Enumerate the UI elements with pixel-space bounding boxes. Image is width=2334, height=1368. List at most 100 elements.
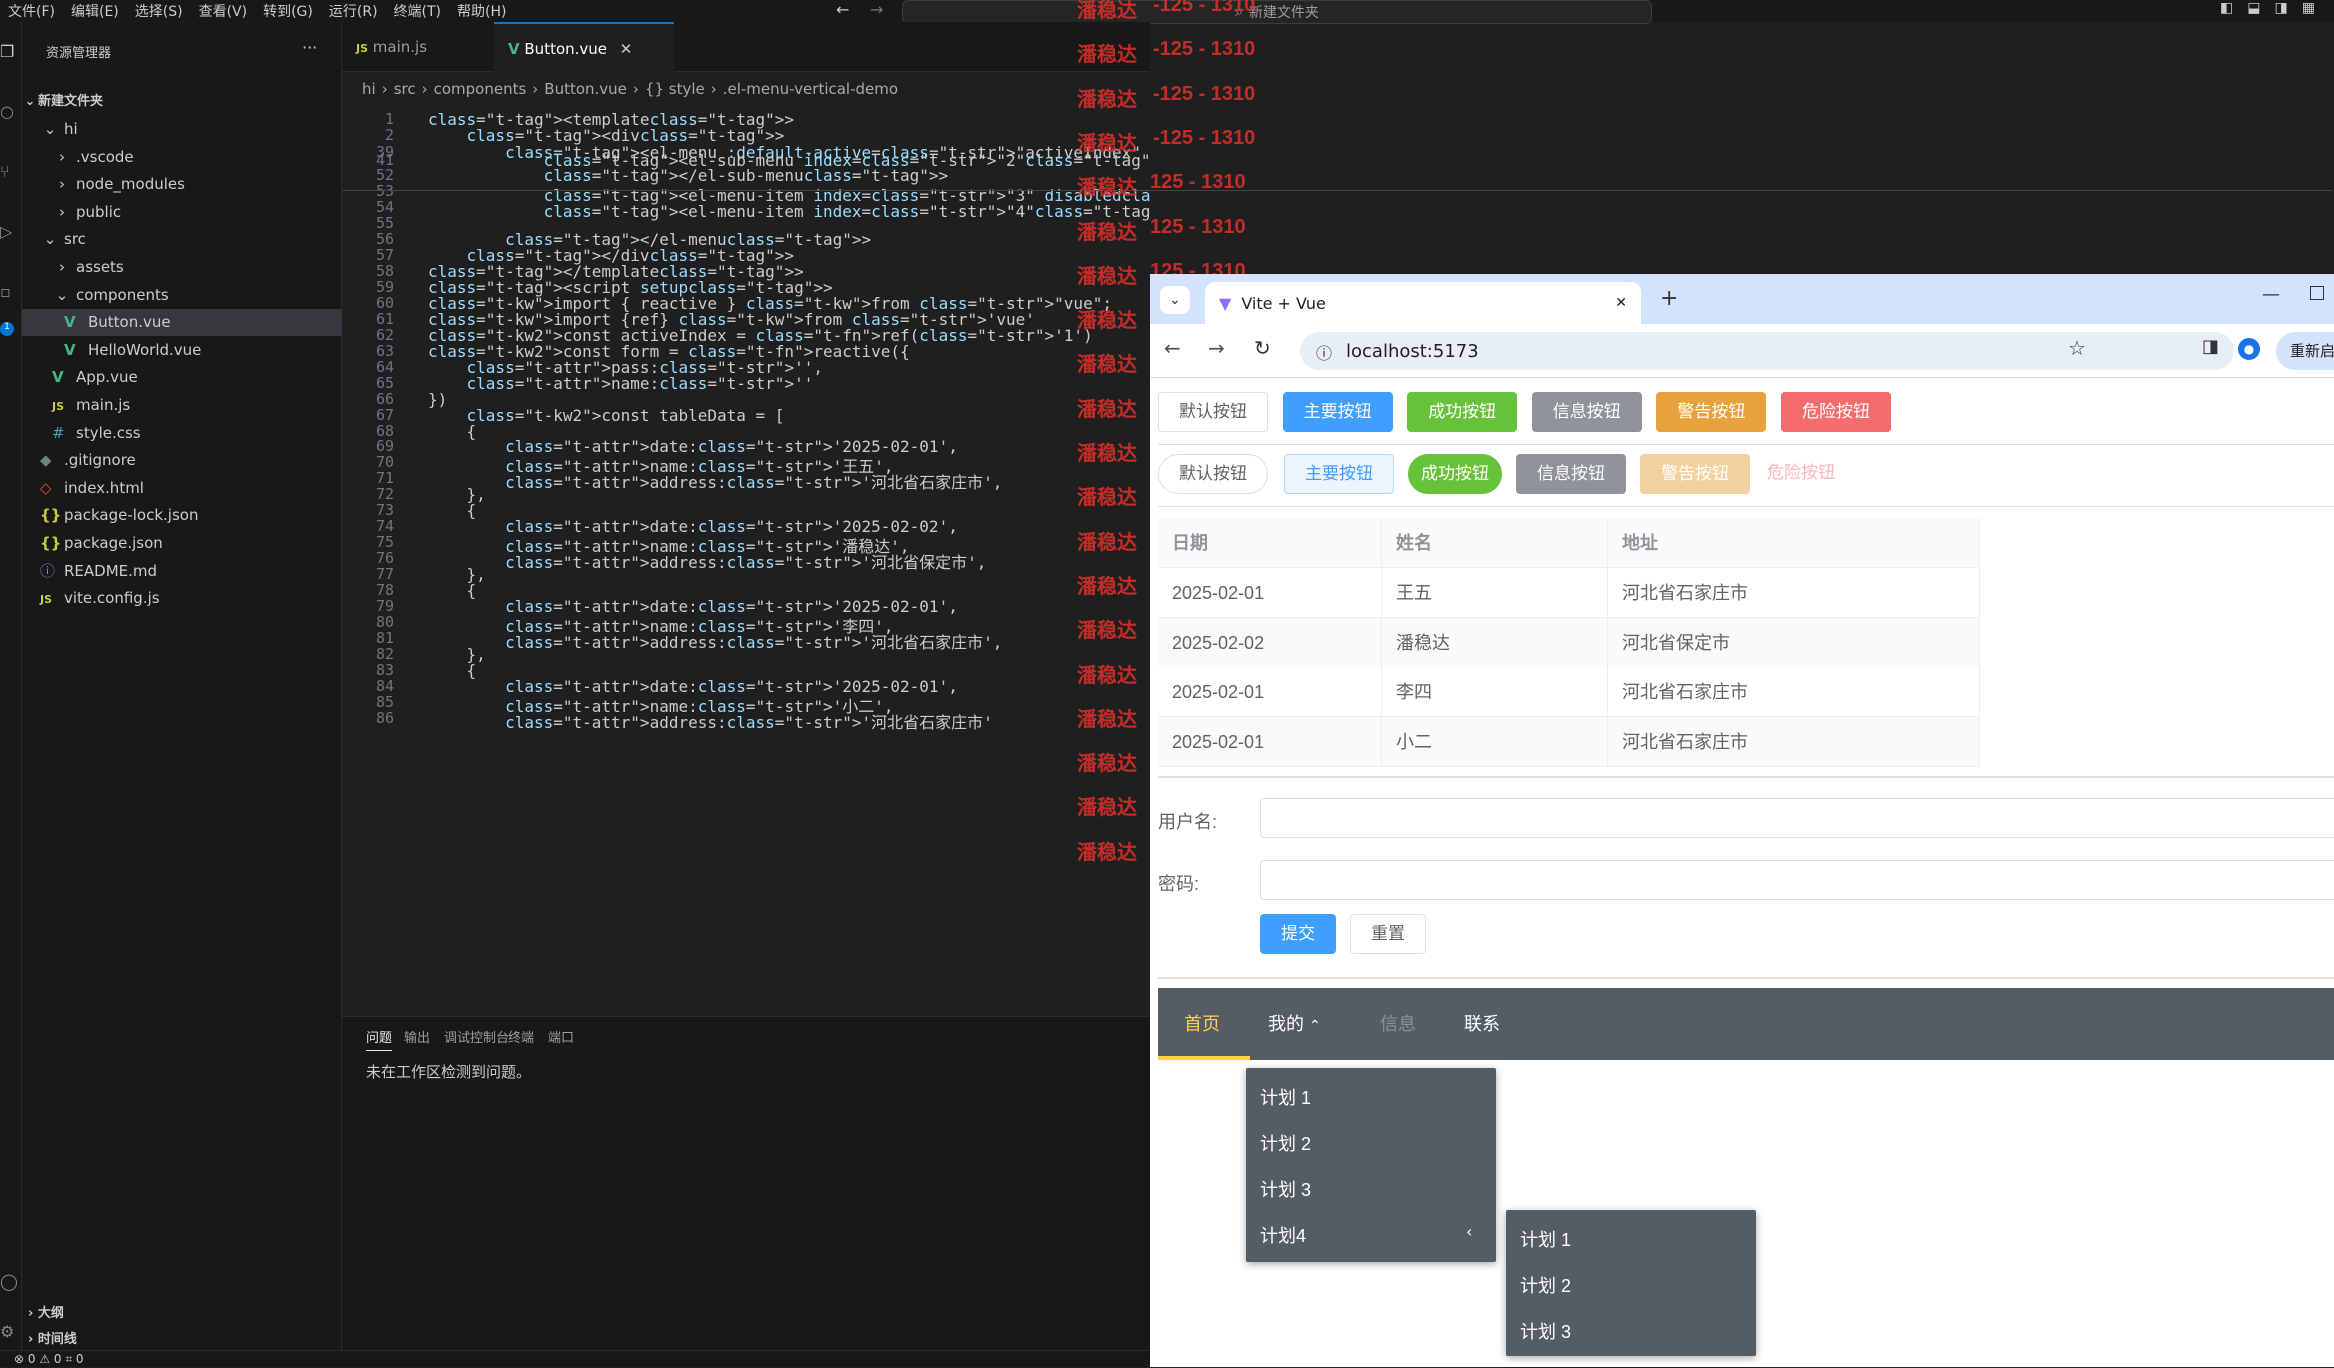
status-problems[interactable]: ⊗ 0 ⚠ 0 ⌗ 0 [14, 1352, 84, 1366]
bookmark-star-icon[interactable]: ☆ [2068, 336, 2086, 360]
search-icon[interactable]: ○ [0, 102, 14, 121]
explorer-icon[interactable]: ❐ [0, 42, 14, 61]
timeline-header[interactable]: › 时间线 [28, 1328, 77, 1347]
button-row1-3[interactable]: 信息按钮 [1531, 392, 1642, 432]
menu-3[interactable]: 查看(V) [191, 1, 256, 21]
extensions-icon[interactable]: ▫ [0, 282, 11, 301]
button-row1-5[interactable]: 危险按钮 [1781, 392, 1891, 432]
maximize-icon[interactable] [2310, 286, 2324, 300]
submenu2-item-plan1[interactable]: 计划 1 [1520, 1226, 1571, 1252]
site-info-icon[interactable]: ⓘ [1316, 340, 1332, 364]
menu-item-contact[interactable]: 联系 [1464, 988, 1500, 1060]
panel-tab[interactable]: 输出 [404, 1027, 430, 1046]
new-tab-button[interactable]: + [1660, 286, 1678, 311]
button-row1-2[interactable]: 成功按钮 [1407, 392, 1518, 432]
submenu-item-plan3[interactable]: 计划 3 [1260, 1176, 1311, 1202]
submit-button[interactable]: 提交 [1260, 914, 1336, 954]
tree-item-readme-md[interactable]: ⓘ README.md [22, 558, 342, 585]
customize-layout-icon[interactable]: ▦ [2302, 0, 2315, 20]
code-editor[interactable]: 1 class="t-tag"><templateclass="t-tag">> 2… [342, 104, 1150, 1012]
tree-item-components[interactable]: ⌄ components [22, 282, 342, 309]
nav-back-icon[interactable]: ← [836, 0, 849, 19]
browser-tab[interactable]: ▼ Vite + Vue ✕ [1205, 282, 1641, 324]
button-row1-1[interactable]: 主要按钮 [1282, 392, 1393, 432]
side-panel-icon[interactable]: ◨ [2202, 336, 2219, 357]
menu-1[interactable]: 编辑(E) [63, 1, 127, 21]
button-row2-2[interactable]: 成功按钮 [1408, 454, 1502, 494]
toggle-secondary-sidebar-icon[interactable]: ◨ [2274, 0, 2287, 20]
submenu2-item-plan2[interactable]: 计划 2 [1520, 1272, 1571, 1298]
panel-tab[interactable]: 端口 [548, 1027, 574, 1046]
close-icon[interactable]: ✕ [1615, 295, 1627, 311]
button-row1-4[interactable]: 警告按钮 [1656, 392, 1767, 432]
tree-item-node-modules[interactable]: › node_modules [22, 171, 342, 198]
breadcrumb-item[interactable]: Button.vue [544, 80, 627, 98]
tree-item-style-css[interactable]: # style.css [22, 420, 342, 447]
breadcrumb-item[interactable]: hi [362, 80, 376, 98]
menu-5[interactable]: 运行(R) [321, 1, 386, 21]
source-control-icon[interactable]: ⑂ [0, 162, 10, 181]
menu-7[interactable]: 帮助(H) [449, 1, 514, 21]
more-actions-icon[interactable]: ··· [302, 38, 317, 57]
panel-tab[interactable]: 调试控制台 [444, 1027, 509, 1046]
tab-main-js[interactable]: JS main.js [342, 22, 492, 72]
username-input[interactable] [1260, 798, 2334, 838]
minimize-icon[interactable]: — [2262, 284, 2280, 305]
button-row1-0[interactable]: 默认按钮 [1158, 392, 1268, 432]
panel-tab[interactable]: 终端 [508, 1027, 534, 1046]
menu-item-home[interactable]: 首页 [1184, 988, 1220, 1060]
forward-icon[interactable]: → [1208, 336, 1225, 360]
menu-item-mine[interactable]: 我的 ⌃ [1268, 988, 1321, 1060]
breadcrumb-item[interactable]: src [394, 80, 416, 98]
tree-item-public[interactable]: › public [22, 199, 342, 226]
tree-item-button-vue[interactable]: V Button.vue [22, 309, 342, 337]
submenu-item-plan4[interactable]: 计划4 [1260, 1222, 1306, 1248]
menu-4[interactable]: 转到(G) [255, 1, 321, 21]
menu-0[interactable]: 文件(F) [0, 1, 63, 21]
tree-item-gitignore[interactable]: ◆ .gitignore [22, 447, 342, 474]
tree-item-label: style.css [76, 423, 141, 442]
command-center-search[interactable]: ⌕ 新建文件夹 [902, 0, 1652, 24]
password-input[interactable] [1260, 860, 2334, 900]
toggle-sidebar-icon[interactable]: ◧ [2220, 0, 2233, 20]
profile-avatar-icon[interactable]: ● [2238, 338, 2260, 360]
settings-gear-icon[interactable]: ⚙ [0, 1322, 14, 1341]
submenu-item-plan2[interactable]: 计划 2 [1260, 1130, 1311, 1156]
tree-item-package-lock-json[interactable]: {} package-lock.json [22, 502, 342, 529]
toggle-panel-icon[interactable]: ⬓ [2247, 0, 2260, 20]
breadcrumb-item[interactable]: .el-menu-vertical-demo [723, 80, 898, 98]
menu-6[interactable]: 终端(T) [386, 1, 449, 21]
tree-item-helloworld-vue[interactable]: V HelloWorld.vue [22, 337, 342, 364]
button-row2-1[interactable]: 主要按钮 [1284, 454, 1394, 494]
back-icon[interactable]: ← [1164, 336, 1181, 360]
tree-item-vscode[interactable]: › .vscode [22, 144, 342, 171]
tree-item-index-html[interactable]: ◇ index.html [22, 475, 342, 502]
reload-icon[interactable]: ↻ [1254, 336, 1271, 360]
account-icon[interactable]: ◯ [0, 1272, 18, 1291]
tree-item-app-vue[interactable]: V App.vue [22, 364, 342, 391]
breadcrumb-item[interactable]: {} style [645, 80, 705, 98]
tree-item-hi[interactable]: ⌄ hi [22, 116, 342, 143]
restart-to-update-button[interactable]: 重新启动即可更新 [2276, 332, 2334, 370]
run-debug-icon[interactable]: ▷ [0, 222, 12, 241]
workspace-root[interactable]: ⌄ 新建文件夹 [22, 88, 342, 115]
panel-tab[interactable]: 问题 [366, 1027, 393, 1051]
breadcrumb-item[interactable]: components [434, 80, 527, 98]
menu-2[interactable]: 选择(S) [127, 1, 191, 21]
button-row2-0[interactable]: 默认按钮 [1158, 454, 1268, 494]
submenu2-item-plan3[interactable]: 计划 3 [1520, 1318, 1571, 1344]
tab-search-icon[interactable]: ⌄ [1160, 286, 1190, 314]
address-bar[interactable]: ⓘ localhost:5173 [1300, 332, 2234, 370]
reset-button[interactable]: 重置 [1350, 914, 1426, 954]
tree-item-vite-config-js[interactable]: JS vite.config.js [22, 585, 342, 612]
button-row2-3[interactable]: 信息按钮 [1516, 454, 1626, 494]
nav-forward-icon[interactable]: → [870, 0, 883, 19]
tree-item-package-json[interactable]: {} package.json [22, 530, 342, 557]
tree-item-assets[interactable]: › assets [22, 254, 342, 281]
tree-item-main-js[interactable]: JS main.js [22, 392, 342, 419]
tab-button-vue[interactable]: V Button.vue ✕ [494, 22, 674, 72]
tree-item-src[interactable]: ⌄ src [22, 226, 342, 253]
outline-header[interactable]: › 大纲 [28, 1302, 64, 1321]
close-icon[interactable]: ✕ [620, 40, 633, 58]
submenu-item-plan1[interactable]: 计划 1 [1260, 1084, 1311, 1110]
